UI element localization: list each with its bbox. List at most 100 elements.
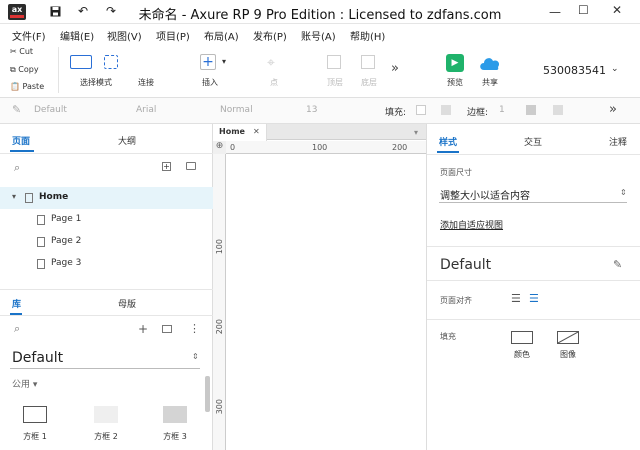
tree-expand-icon[interactable]: ▾ — [12, 192, 16, 201]
cut-icon: ✂ — [10, 47, 17, 56]
copy-button[interactable]: ⧉ Copy — [10, 65, 39, 75]
bring-top-button[interactable]: 顶层 — [318, 53, 352, 93]
size-select[interactable]: 13 — [306, 105, 317, 115]
page-icon — [37, 237, 45, 247]
page-size-select[interactable]: 调整大小以适合内容 — [440, 187, 530, 202]
left-panel: 页面 大纲 ⌕ + ▾ Home Page 1 Page 2 Page 3 库 … — [0, 124, 213, 450]
library-shape-box2[interactable]: 方框 2 — [81, 403, 131, 443]
tab-close-icon[interactable]: ✕ — [253, 127, 260, 136]
weight-select[interactable]: Normal — [220, 105, 253, 115]
tree-row-page3[interactable]: Page 3 — [0, 253, 213, 275]
point-button[interactable]: ⌖ 点 — [256, 53, 292, 93]
page-icon — [37, 215, 45, 225]
menu-help[interactable]: 帮助(H) — [350, 28, 385, 43]
add-page-icon[interactable]: + — [162, 162, 171, 171]
preview-button[interactable]: ▶ 预览 — [440, 51, 470, 91]
more-tools-icon[interactable]: » — [391, 61, 399, 76]
more-options-icon[interactable]: ⋮ — [189, 322, 200, 335]
minimize-button[interactable]: — — [549, 5, 561, 19]
align-center-icon[interactable]: ☰ — [529, 292, 539, 305]
tab-style[interactable]: 样式 — [439, 135, 457, 148]
format-bar: ✎ Default Arial Normal 13 填充: 边框: 1 » — [0, 98, 640, 124]
fill-image-button[interactable]: 图像 — [555, 329, 581, 359]
page-align-label: 页面对齐 — [440, 296, 472, 305]
style-paint-icon[interactable]: ✎ — [12, 103, 21, 116]
fill-pattern-swatch[interactable] — [441, 105, 451, 115]
tab-interactions[interactable]: 交互 — [524, 135, 542, 148]
color-swatch-icon — [511, 331, 533, 344]
paste-button[interactable]: 📋 Paste — [10, 82, 44, 91]
main-toolbar: ✂ Cut ⧉ Copy 📋 Paste 选择模式 连接 + ▾ 插入 ⌖ 点 … — [0, 43, 640, 98]
library-shape-box3[interactable]: 方框 3 — [150, 403, 200, 443]
menu-account[interactable]: 账号(A) — [301, 28, 336, 43]
section-common[interactable]: 公用 ▾ — [12, 377, 37, 390]
menu-publish[interactable]: 发布(P) — [253, 28, 287, 43]
chevron-down-icon: ▾ — [222, 57, 227, 66]
tab-list-icon[interactable]: ▾ — [414, 128, 418, 137]
library-select[interactable]: Default — [12, 350, 63, 366]
menu-bar: 文件(F) 编辑(E) 视图(V) 项目(P) 布局(A) 发布(P) 账号(A… — [0, 25, 640, 43]
design-canvas[interactable] — [227, 154, 426, 450]
title-bar: ax ↶ ↷ 未命名 - Axure RP 9 Pro Edition : Li… — [0, 0, 640, 24]
fill-color-swatch[interactable] — [416, 105, 426, 115]
window-title: 未命名 - Axure RP 9 Pro Edition : Licensed … — [138, 8, 502, 23]
menu-project[interactable]: 项目(P) — [156, 28, 190, 43]
border-width-input[interactable]: 1 — [499, 105, 505, 115]
font-select[interactable]: Arial — [136, 105, 156, 115]
border-style-swatch[interactable] — [553, 105, 563, 115]
tab-library[interactable]: 库 — [12, 297, 21, 310]
connect-button[interactable]: 连接 — [132, 77, 160, 88]
tree-row-page2[interactable]: Page 2 — [0, 231, 213, 253]
tab-notes[interactable]: 注释 — [609, 135, 627, 148]
page-style-name[interactable]: Default — [440, 257, 491, 273]
tab-masters[interactable]: 母版 — [118, 297, 136, 310]
ruler-horizontal: 0 100 200 — [213, 141, 426, 154]
tab-pages[interactable]: 页面 — [12, 134, 30, 147]
border-color-swatch[interactable] — [526, 105, 536, 115]
add-adaptive-view-link[interactable]: 添加自适应视图 — [440, 218, 503, 231]
library-shape-box1[interactable]: 方框 1 — [10, 403, 60, 443]
add-library-icon[interactable]: + — [138, 322, 148, 336]
account-chevron-icon[interactable]: ⌄ — [611, 64, 619, 74]
page-size-dropdown-icon[interactable]: ⇕ — [620, 188, 627, 197]
menu-edit[interactable]: 编辑(E) — [60, 28, 94, 43]
border-label: 边框: — [467, 108, 489, 118]
image-swatch-icon — [557, 331, 579, 344]
select-contained-icon — [104, 55, 118, 69]
page-icon — [25, 193, 33, 203]
fill-section-label: 填充 — [440, 332, 456, 341]
tab-outline[interactable]: 大纲 — [118, 134, 136, 147]
menu-file[interactable]: 文件(F) — [12, 28, 46, 43]
tree-row-home[interactable]: ▾ Home — [0, 187, 213, 209]
play-icon: ▶ — [446, 54, 464, 72]
ruler-vertical: 100 200 300 — [213, 154, 226, 450]
share-button[interactable]: 共享 — [474, 51, 506, 91]
tree-row-page1[interactable]: Page 1 — [0, 209, 213, 231]
layer-bottom-icon — [361, 55, 375, 69]
ruler-origin-icon[interactable]: ⊕ — [213, 141, 226, 154]
menu-layout[interactable]: 布局(A) — [204, 28, 239, 43]
style-edit-icon[interactable]: ✎ — [613, 258, 622, 271]
menu-view[interactable]: 视图(V) — [107, 28, 142, 43]
library-scrollbar[interactable] — [205, 376, 210, 412]
library-dropdown-icon[interactable]: ⇕ — [192, 352, 199, 361]
cut-button[interactable]: ✂ Cut — [10, 47, 33, 56]
point-icon: ⌖ — [267, 55, 275, 71]
maximize-button[interactable]: ☐ — [578, 3, 589, 17]
fill-color-button[interactable]: 颜色 — [509, 329, 535, 359]
page-size-label: 页面尺寸 — [440, 168, 472, 177]
close-button[interactable]: ✕ — [612, 3, 622, 17]
insert-button[interactable]: + ▾ 插入 — [190, 51, 234, 91]
canvas-tab-home[interactable]: Home ✕ — [213, 124, 267, 141]
align-left-icon[interactable]: ☰ — [511, 292, 521, 305]
library-window-icon[interactable] — [162, 325, 172, 333]
cloud-icon — [478, 55, 502, 74]
search-icon[interactable]: ⌕ — [14, 161, 20, 175]
add-folder-icon[interactable] — [186, 162, 196, 170]
account-id[interactable]: 530083541 — [543, 64, 606, 77]
more-format-icon[interactable]: » — [609, 102, 617, 117]
library-search-icon[interactable]: ⌕ — [14, 322, 20, 336]
select-mode-button[interactable]: 选择模式 — [66, 51, 126, 91]
style-select[interactable]: Default — [34, 105, 67, 115]
send-bottom-button[interactable]: 底层 — [352, 53, 386, 93]
